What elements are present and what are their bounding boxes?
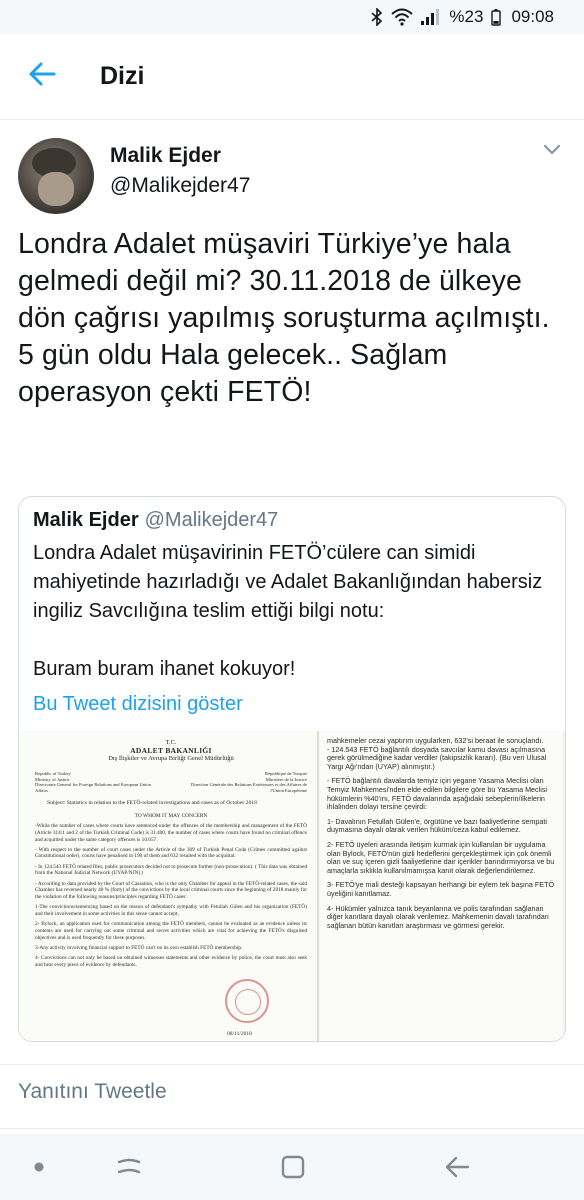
doc-paragraph: - According to data provided by the Cour… [35, 880, 307, 900]
quoted-text-paragraph: Londra Adalet müşavirinin FETÖ’cülere ca… [33, 542, 543, 622]
clock: 09:08 [511, 7, 554, 26]
signal-icon [421, 9, 440, 25]
document-page-turkish: mahkemeler cezai yaptırım uygularken, 63… [319, 731, 563, 1041]
divider [0, 1064, 584, 1065]
doc-ministry: ADALET BAKANLIĞI [130, 746, 212, 755]
doc-paragraph: -While the number of cases where courts … [35, 823, 307, 843]
doc-paragraph: - 124.543 FETÖ bağlantılı dosyada savcıl… [327, 744, 547, 771]
doc-body-turkish: mahkemeler cezai yaptırım uygularken, 63… [327, 736, 557, 930]
page-title: Dizi [100, 62, 145, 90]
doc-paragraph: 3-Any activity involving financial suppo… [35, 944, 243, 951]
reply-input[interactable]: Yanıtını Tweetle [18, 1080, 167, 1104]
doc-meta-left: Republic of Turkey Ministry of Justice D… [35, 771, 151, 793]
doc-paragraph: - FETÖ bağlantılı davalarda temyiz için … [327, 776, 548, 812]
wifi-icon [391, 8, 414, 26]
back-arrow-icon[interactable] [440, 1150, 474, 1184]
tweet-author: Malik Ejder @Malikejder47 [18, 134, 566, 214]
doc-letterhead: T.C. ADALET BAKANLIĞI Dış İlişkiler ve A… [35, 739, 307, 763]
document-image[interactable]: T.C. ADALET BAKANLIĞI Dış İlişkiler ve A… [19, 731, 565, 1041]
doc-body: -While the number of cases where courts … [35, 823, 307, 968]
chevron-down-icon[interactable] [542, 142, 562, 161]
home-square-icon[interactable] [276, 1150, 310, 1184]
bluetooth-icon [371, 8, 383, 26]
system-nav-bar [0, 1134, 584, 1200]
quoted-author-name: Malik Ejder [33, 509, 139, 531]
doc-paragraph: 3- FETÖ'ye mali desteği kapsayan herhang… [327, 880, 555, 898]
doc-paragraph: 1-The convictions/sentencing based on th… [35, 904, 307, 917]
doc-department: Dış İlişkiler ve Avrupa Birliği Genel Mü… [108, 755, 234, 762]
recents-icon[interactable] [112, 1150, 146, 1184]
quoted-text-paragraph: Buram buram ihanet kokuyor! [33, 658, 296, 680]
avatar[interactable] [18, 138, 94, 214]
author-name[interactable]: Malik Ejder [110, 144, 221, 168]
quoted-tweet-text: Londra Adalet müşavirinin FETÖ’cülere ca… [33, 539, 557, 684]
official-stamp [225, 979, 269, 1023]
back-button[interactable] [0, 34, 84, 120]
doc-paragraph: 4- Hükümler yalnızca tanık beyanlarına v… [327, 903, 549, 930]
document-page-english: T.C. ADALET BAKANLIĞI Dış İlişkiler ve A… [19, 731, 319, 1041]
doc-to-whom: TO WHOM IT MAY CONCERN [134, 813, 208, 820]
tweet-text: Londra Adalet müşaviri Türkiye’ye hala g… [18, 228, 550, 408]
doc-date: 08/11/2018 [227, 1031, 252, 1037]
dot-icon[interactable] [22, 1150, 56, 1184]
doc-meta-right: République de Turquie Ministère de la Ju… [191, 771, 307, 793]
divider [0, 1128, 584, 1129]
doc-paragraph: 1- Davalının Fetullah Gülen'e, örgütüne … [327, 816, 547, 835]
doc-paragraph: - In 124.543 FETÖ related files, public … [35, 863, 307, 877]
doc-paragraph: - With respect to the number of court ca… [35, 846, 307, 860]
doc-paragraph: 2- Bylock, an application used for commu… [35, 921, 307, 941]
status-bar: %23 09:08 [0, 0, 584, 34]
battery-level: %23 [449, 7, 484, 26]
quoted-author: Malik Ejder @Malikejder47 [33, 509, 278, 532]
battery-icon [491, 8, 502, 26]
doc-paragraph: 2- FETÖ üyeleri arasında iletişim kurmak… [327, 839, 555, 875]
doc-meta: Republic of Turkey Ministry of Justice D… [35, 771, 307, 793]
doc-subject: Subject: Statistics in relation to the F… [47, 800, 257, 807]
app-header: Dizi [0, 34, 584, 120]
quoted-tweet-card[interactable]: Malik Ejder @Malikejder47 Londra Adalet m… [18, 496, 566, 1042]
author-handle[interactable]: @Malikejder47 [110, 174, 250, 198]
show-thread-link[interactable]: Bu Tweet dizisini göster [33, 693, 243, 716]
quoted-author-handle: @Malikejder47 [144, 509, 279, 531]
arrow-left-icon [28, 62, 56, 91]
doc-paragraph: 4- Convictions can not only be based on … [35, 954, 307, 968]
